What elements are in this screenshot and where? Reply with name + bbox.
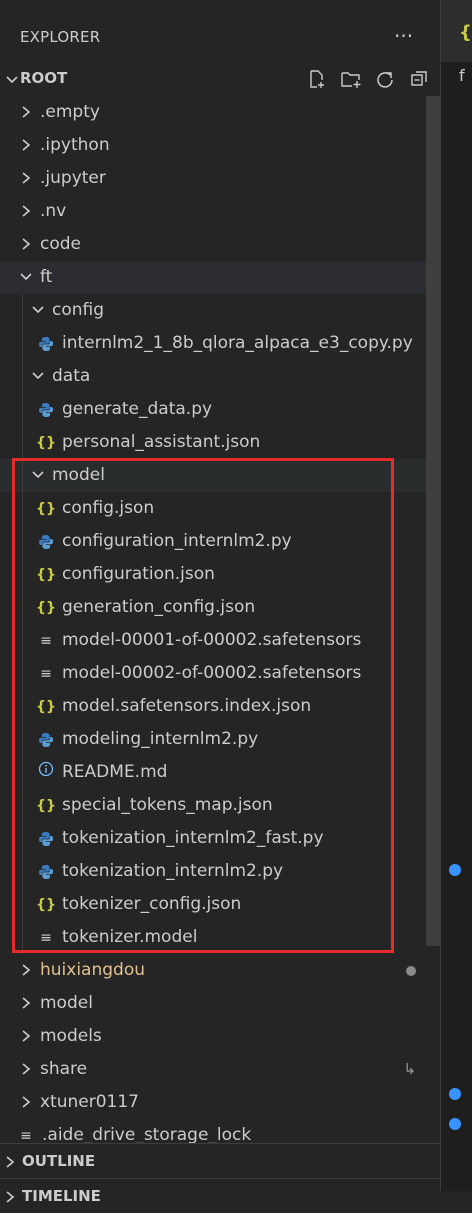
- tree-item-label: xtuner0117: [40, 1092, 139, 1112]
- tree-item-nv[interactable]: .nv: [0, 195, 426, 228]
- chevron-right-icon: [18, 1086, 34, 1119]
- new-folder-icon[interactable]: [338, 66, 364, 92]
- tree-item-label: share: [40, 1059, 88, 1079]
- tree-item-label: code: [40, 234, 81, 254]
- tree-item-label: personal_assistant.json: [62, 432, 261, 452]
- tree-item-empty[interactable]: .empty: [0, 96, 426, 129]
- tree-item-data-folder[interactable]: data: [0, 360, 426, 393]
- json-file-icon: {}: [36, 435, 56, 451]
- tree-item-generate-data[interactable]: generate_data.py: [0, 393, 426, 426]
- chevron-down-icon: [30, 294, 46, 327]
- chevron-right-icon: [18, 96, 34, 129]
- explorer-title: EXPLORER: [20, 28, 101, 46]
- collapse-all-icon[interactable]: [406, 66, 432, 92]
- explorer-title-bar: EXPLORER ···: [0, 14, 440, 58]
- chevron-right-icon: [18, 228, 34, 261]
- tree-item-config-py[interactable]: internlm2_1_8b_qlora_alpaca_e3_copy.py: [0, 327, 426, 360]
- chevron-right-icon: [18, 195, 34, 228]
- tree-item-model-root[interactable]: model: [0, 987, 426, 1020]
- explorer-scrollbar[interactable]: [426, 96, 440, 946]
- tree-item-ft[interactable]: ft: [0, 261, 426, 294]
- ellipsis-icon[interactable]: ···: [394, 24, 413, 48]
- tree-item-label: .aide_drive_storage_lock: [42, 1125, 252, 1145]
- highlight-box: [12, 458, 394, 953]
- tree-item-personal-assistant[interactable]: {} personal_assistant.json: [0, 426, 426, 459]
- tree-item-models[interactable]: models: [0, 1020, 426, 1053]
- tree-item-label: .empty: [40, 102, 100, 122]
- root-folder-header[interactable]: ROOT: [0, 62, 440, 95]
- bottom-sections: OUTLINE TIMELINE: [0, 1143, 440, 1213]
- explorer-panel: EXPLORER ··· ROOT .empty .ipython .jupyt…: [0, 0, 440, 1205]
- new-file-icon[interactable]: [304, 66, 330, 92]
- python-file-icon: [36, 393, 56, 426]
- json-tab-icon: {: [459, 22, 472, 43]
- editor-area[interactable]: { f: [440, 0, 472, 1191]
- chevron-down-icon: [30, 360, 46, 393]
- tree-item-label: .jupyter: [40, 168, 106, 188]
- tree-item-code[interactable]: code: [0, 228, 426, 261]
- tree-item-label: models: [40, 1026, 102, 1046]
- chevron-right-icon: [2, 1179, 18, 1213]
- tree-item-huixiangdou[interactable]: huixiangdou: [0, 954, 426, 987]
- chevron-right-icon: [18, 987, 34, 1020]
- change-indicator-dot: [449, 1118, 461, 1130]
- tree-item-share[interactable]: share ↳: [0, 1053, 426, 1086]
- tree-item-label: generate_data.py: [62, 399, 213, 419]
- chevron-right-icon: [18, 129, 34, 162]
- tree-item-label: ft: [40, 267, 53, 287]
- tree-item-label: huixiangdou: [40, 960, 146, 980]
- tree-item-config-folder[interactable]: config: [0, 294, 426, 327]
- python-file-icon: [36, 327, 56, 360]
- tree-item-jupyter[interactable]: .jupyter: [0, 162, 426, 195]
- tree-item-label: data: [52, 366, 91, 386]
- symlink-icon: ↳: [403, 1060, 416, 1078]
- tree-item-label: config: [52, 300, 105, 320]
- chevron-right-icon: [18, 954, 34, 987]
- tree-item-xtuner[interactable]: xtuner0117: [0, 1086, 426, 1119]
- change-indicator-dot: [449, 864, 461, 876]
- timeline-section-header[interactable]: TIMELINE: [0, 1178, 440, 1213]
- chevron-right-icon: [2, 1144, 18, 1178]
- tree-item-label: .nv: [40, 201, 67, 221]
- tree-item-ipython[interactable]: .ipython: [0, 129, 426, 162]
- tree-item-label: internlm2_1_8b_qlora_alpaca_e3_copy.py: [62, 333, 413, 353]
- editor-text: f: [459, 66, 465, 85]
- refresh-icon[interactable]: [372, 66, 398, 92]
- modified-dot-icon: [406, 966, 416, 976]
- chevron-right-icon: [18, 162, 34, 195]
- editor-tab-bar[interactable]: {: [441, 0, 472, 62]
- tree-item-label: .ipython: [40, 135, 110, 155]
- chevron-down-icon: [18, 261, 34, 294]
- root-label: ROOT: [20, 69, 68, 87]
- outline-section-header[interactable]: OUTLINE: [0, 1144, 440, 1178]
- outline-label: OUTLINE: [22, 1152, 96, 1170]
- tree-item-label: model: [40, 993, 93, 1013]
- chevron-down-icon: [4, 70, 20, 88]
- timeline-label: TIMELINE: [22, 1187, 101, 1205]
- chevron-right-icon: [18, 1020, 34, 1053]
- chevron-right-icon: [18, 1053, 34, 1086]
- change-indicator-dot: [449, 1088, 461, 1100]
- root-actions: [304, 66, 432, 92]
